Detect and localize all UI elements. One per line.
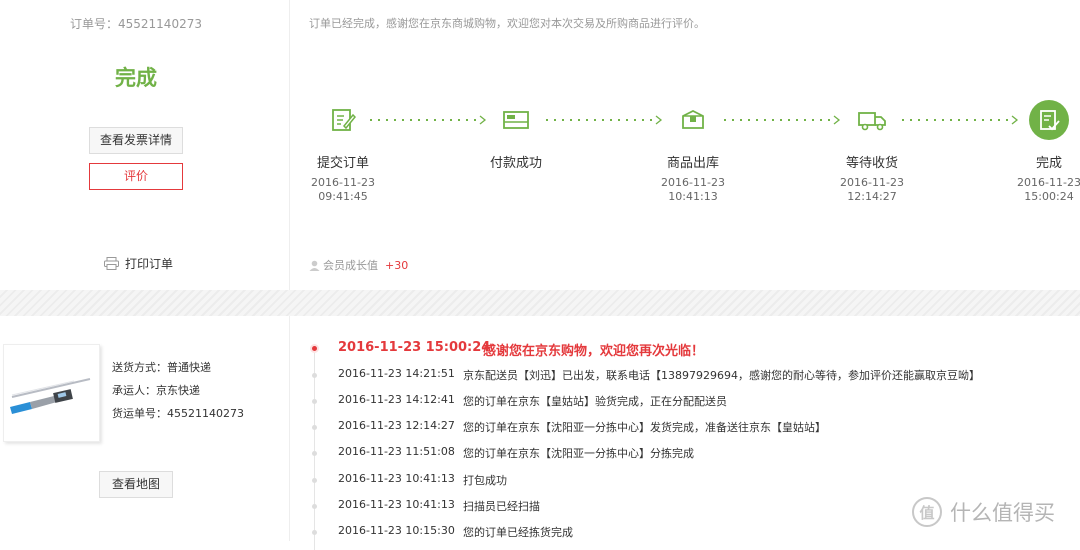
- growth-label: 会员成长值: [323, 259, 378, 272]
- zhi-logo-icon: 值: [912, 497, 942, 527]
- edit-document-icon: [323, 100, 363, 140]
- timeline-message: 打包成功: [463, 474, 507, 487]
- progress-arrow: [724, 115, 841, 125]
- timeline-time: 2016-11-23 10:41:13: [338, 498, 455, 511]
- step-label: 提交订单: [316, 156, 369, 171]
- member-growth: 会员成长值 +30: [309, 257, 408, 273]
- site-watermark: 值 什么值得买: [912, 497, 1055, 527]
- timeline-message: 您的订单在京东【沈阳亚一分拣中心】发货完成，准备送往京东【皇姑站】: [463, 421, 826, 434]
- step-time: 10:41:13: [668, 190, 718, 203]
- timeline-dot-current: [310, 344, 319, 353]
- timeline-dot: [312, 425, 317, 430]
- review-button[interactable]: 评价: [89, 163, 183, 190]
- thermometer-probe-image: [10, 378, 91, 414]
- timeline-message: 扫描员已经扫描: [463, 500, 540, 513]
- timeline-time: 2016-11-23 11:51:08: [338, 445, 455, 458]
- timeline-time: 2016-11-23 12:14:27: [338, 419, 455, 432]
- timeline-message: 您的订单已经拣货完成: [463, 526, 573, 539]
- order-status: 完成: [115, 66, 157, 90]
- package-box-icon: [673, 100, 713, 140]
- timeline-dot: [312, 478, 317, 483]
- print-order-label: 打印订单: [125, 257, 174, 271]
- step-date: 2016-11-23: [661, 176, 725, 189]
- user-icon: [309, 260, 320, 271]
- timeline-line: [314, 350, 315, 550]
- timeline-message: 您的订单在京东【沈阳亚一分拣中心】分拣完成: [463, 447, 694, 460]
- payment-card-icon: [496, 100, 536, 140]
- progress-arrow: [902, 115, 1019, 125]
- order-status-panel: 订单号：45521140273 完成 查看发票详情 评价 打印订单: [0, 0, 290, 290]
- product-thumbnail[interactable]: [3, 344, 100, 442]
- timeline-dot: [312, 504, 317, 509]
- print-order-link[interactable]: 打印订单: [104, 255, 173, 272]
- watermark-text: 什么值得买: [950, 501, 1055, 525]
- timeline-time: 2016-11-23 10:41:13: [338, 472, 455, 485]
- shipping-info-panel: 送货方式：普通快递 承运人：京东快递 货运单号：45521140273 查看地图: [0, 316, 290, 541]
- step-time: 09:41:45: [318, 190, 368, 203]
- timeline-time: 2016-11-23 14:21:51: [338, 367, 455, 380]
- growth-value: +30: [385, 258, 409, 272]
- timeline-message: 感谢您在京东购物，欢迎您再次光临！: [483, 344, 705, 359]
- step-label: 付款成功: [489, 156, 542, 171]
- order-number: 订单号：45521140273: [70, 17, 202, 31]
- step-label: 商品出库: [666, 156, 719, 171]
- completion-message: 订单已经完成，感谢您在京东商城购物，欢迎您对本次交易及所购商品进行评价。: [309, 17, 705, 30]
- order-summary: 订单号：45521140273 完成 查看发票详情 评价 打印订单 订单已经完成…: [0, 0, 1080, 290]
- complete-check-icon: [1029, 100, 1069, 140]
- shipping-method: 送货方式：普通快递: [112, 361, 211, 374]
- step-label: 完成: [1035, 156, 1062, 171]
- step-payment-success: 付款成功: [471, 100, 561, 176]
- timeline-time: 2016-11-23 15:00:24: [338, 340, 491, 355]
- timeline-message: 您的订单在京东【皇姑站】验货完成，正在分配配送员: [463, 395, 727, 408]
- step-label: 等待收货: [845, 156, 898, 171]
- tracking-number: 货运单号：45521140273: [112, 407, 244, 420]
- step-date: 2016-11-23: [311, 176, 375, 189]
- timeline-dot: [312, 530, 317, 535]
- step-date: 2016-11-23: [1017, 176, 1080, 189]
- timeline-dot: [312, 373, 317, 378]
- shipping-carrier: 承运人：京东快递: [112, 384, 200, 397]
- step-complete: 完成 2016-11-23 15:00:24: [1004, 100, 1080, 204]
- timeline-message: 京东配送员【刘迅】已出发，联系电话【13897929694，感谢您的耐心等待，参…: [463, 369, 980, 382]
- step-time: 12:14:27: [847, 190, 897, 203]
- shipping-details: 送货方式：普通快递 承运人：京东快递 货运单号：45521140273: [112, 356, 244, 425]
- timeline-time: 2016-11-23 14:12:41: [338, 393, 455, 406]
- view-invoice-button[interactable]: 查看发票详情: [89, 127, 183, 154]
- timeline-time: 2016-11-23 10:15:30: [338, 524, 455, 537]
- delivery-truck-icon: [852, 100, 892, 140]
- section-divider: [0, 290, 1080, 316]
- timeline-dot: [312, 451, 317, 456]
- printer-icon: [104, 257, 119, 270]
- step-date: 2016-11-23: [840, 176, 904, 189]
- step-time: 15:00:24: [1024, 190, 1074, 203]
- timeline-dot: [312, 399, 317, 404]
- order-progress-panel: 订单已经完成，感谢您在京东商城购物，欢迎您对本次交易及所购商品进行评价。 提交订…: [291, 0, 1080, 290]
- view-map-button[interactable]: 查看地图: [99, 471, 173, 498]
- progress-arrow: [546, 115, 663, 125]
